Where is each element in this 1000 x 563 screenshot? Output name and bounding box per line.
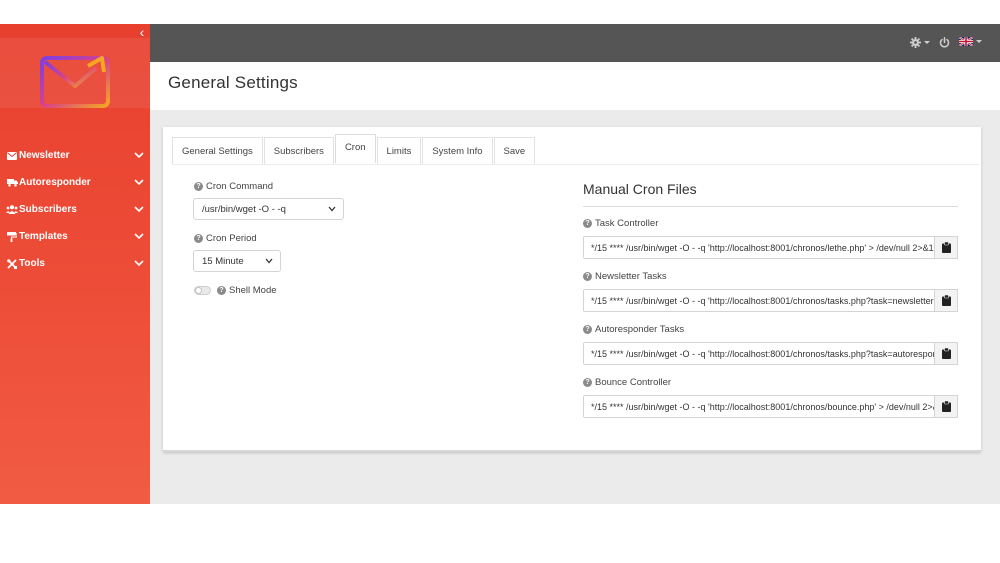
cron-period-select[interactable]: 15 Minute: [193, 250, 281, 272]
clipboard-icon: [941, 348, 951, 359]
task-controller-label-text: Task Controller: [595, 218, 659, 229]
help-icon[interactable]: ?: [583, 272, 592, 281]
chevron-down-icon: [265, 258, 273, 264]
tab-general-settings[interactable]: General Settings: [172, 137, 263, 164]
help-icon[interactable]: ?: [217, 286, 226, 295]
uk-flag-icon: [959, 37, 973, 46]
cron-command-value: /usr/bin/wget -O - -q: [202, 203, 286, 215]
shell-mode-toggle[interactable]: [194, 286, 211, 295]
help-icon[interactable]: ?: [194, 234, 203, 243]
tab-save[interactable]: Save: [493, 137, 536, 164]
cron-command-label: ? Cron Command: [194, 181, 273, 192]
copy-newsletter-tasks-button[interactable]: [935, 289, 958, 312]
shell-mode-label-text: Shell Mode: [229, 285, 277, 296]
sidebar-item-tools[interactable]: Tools: [0, 250, 150, 277]
chevron-down-icon: [134, 152, 144, 159]
language-menu[interactable]: [959, 37, 982, 46]
tools-icon: [6, 258, 18, 269]
chevron-down-icon: [134, 233, 144, 240]
cron-period-label-text: Cron Period: [206, 233, 257, 244]
cron-period-label: ? Cron Period: [194, 233, 257, 244]
sidebar-item-autoresponder[interactable]: Autoresponder: [0, 169, 150, 196]
sidebar-item-label: Tools: [19, 258, 45, 269]
sidebar-item-label: Templates: [19, 231, 68, 242]
section-divider: [583, 206, 958, 207]
logout-button[interactable]: [939, 37, 950, 48]
newsletter-tasks-input[interactable]: */15 **** /usr/bin/wget -O - -q 'http://…: [583, 289, 935, 312]
bounce-controller-label: ? Bounce Controller: [583, 377, 671, 388]
autoresponder-tasks-label-text: Autoresponder Tasks: [595, 324, 685, 335]
cron-period-value: 15 Minute: [202, 255, 244, 267]
copy-task-controller-button[interactable]: [935, 236, 958, 259]
clipboard-icon: [941, 401, 951, 412]
autoresponder-tasks-input[interactable]: */15 **** /usr/bin/wget -O - -q 'http://…: [583, 342, 935, 365]
clipboard-icon: [941, 295, 951, 306]
copy-autoresponder-tasks-button[interactable]: [935, 342, 958, 365]
newsletter-tasks-label: ? Newsletter Tasks: [583, 271, 667, 282]
page-header: General Settings: [150, 62, 1000, 110]
manual-cron-title: Manual Cron Files: [583, 181, 697, 197]
bounce-controller-input[interactable]: */15 **** /usr/bin/wget -O - -q 'http://…: [583, 395, 935, 418]
top-navbar: [150, 24, 1000, 62]
shell-mode-label: ? Shell Mode: [217, 285, 277, 296]
users-icon: [6, 205, 18, 215]
help-icon[interactable]: ?: [194, 182, 203, 191]
sidebar-item-label: Newsletter: [19, 150, 70, 161]
tab-divider: [172, 164, 979, 165]
settings-menu[interactable]: [910, 37, 930, 48]
autoresponder-tasks-label: ? Autoresponder Tasks: [583, 324, 684, 335]
sidebar-item-label: Subscribers: [19, 204, 77, 215]
chevron-down-icon: [134, 206, 144, 213]
tab-system-info[interactable]: System Info: [422, 137, 493, 164]
task-controller-input[interactable]: */15 **** /usr/bin/wget -O - -q 'http://…: [583, 236, 935, 259]
help-icon[interactable]: ?: [583, 325, 592, 334]
sidebar-menu: Newsletter Autoresponder Subscribers Tem…: [0, 142, 150, 277]
clipboard-icon: [941, 242, 951, 253]
chevron-down-icon: [134, 179, 144, 186]
app-window: ‹ Newsletter Autoresponder Subscribers T…: [0, 24, 1000, 504]
power-icon: [939, 37, 950, 48]
cron-command-label-text: Cron Command: [206, 181, 274, 192]
settings-tabs: General Settings Subscribers Cron Limits…: [172, 134, 536, 164]
truck-icon: [6, 178, 18, 188]
sidebar-item-label: Autoresponder: [19, 177, 91, 188]
envelope-icon: [6, 151, 18, 161]
tab-cron[interactable]: Cron: [334, 134, 376, 163]
help-icon[interactable]: ?: [583, 219, 592, 228]
tab-subscribers[interactable]: Subscribers: [263, 137, 334, 164]
copy-bounce-controller-button[interactable]: [935, 395, 958, 418]
sidebar: ‹ Newsletter Autoresponder Subscribers T…: [0, 24, 150, 504]
newsletter-tasks-label-text: Newsletter Tasks: [595, 271, 667, 282]
sidebar-item-subscribers[interactable]: Subscribers: [0, 196, 150, 223]
gear-icon: [910, 37, 921, 48]
sidebar-item-newsletter[interactable]: Newsletter: [0, 142, 150, 169]
sidebar-item-templates[interactable]: Templates: [0, 223, 150, 250]
cron-command-select[interactable]: /usr/bin/wget -O - -q: [193, 198, 344, 220]
main-content: General Settings Subscribers Cron Limits…: [150, 110, 1000, 504]
toggle-knob: [195, 287, 202, 294]
caret-down-icon: [976, 40, 982, 43]
task-controller-label: ? Task Controller: [583, 218, 658, 229]
help-icon[interactable]: ?: [583, 378, 592, 387]
settings-card: General Settings Subscribers Cron Limits…: [163, 127, 981, 452]
caret-down-icon: [924, 41, 930, 44]
page-title: General Settings: [168, 73, 298, 92]
paint-roller-icon: [6, 231, 18, 242]
chevron-down-icon: [134, 260, 144, 267]
chevron-down-icon: [328, 206, 336, 212]
logo-envelope-icon: [40, 56, 110, 108]
collapse-sidebar-icon[interactable]: ‹: [136, 25, 148, 39]
bounce-controller-label-text: Bounce Controller: [595, 377, 672, 388]
tab-limits[interactable]: Limits: [376, 137, 422, 164]
